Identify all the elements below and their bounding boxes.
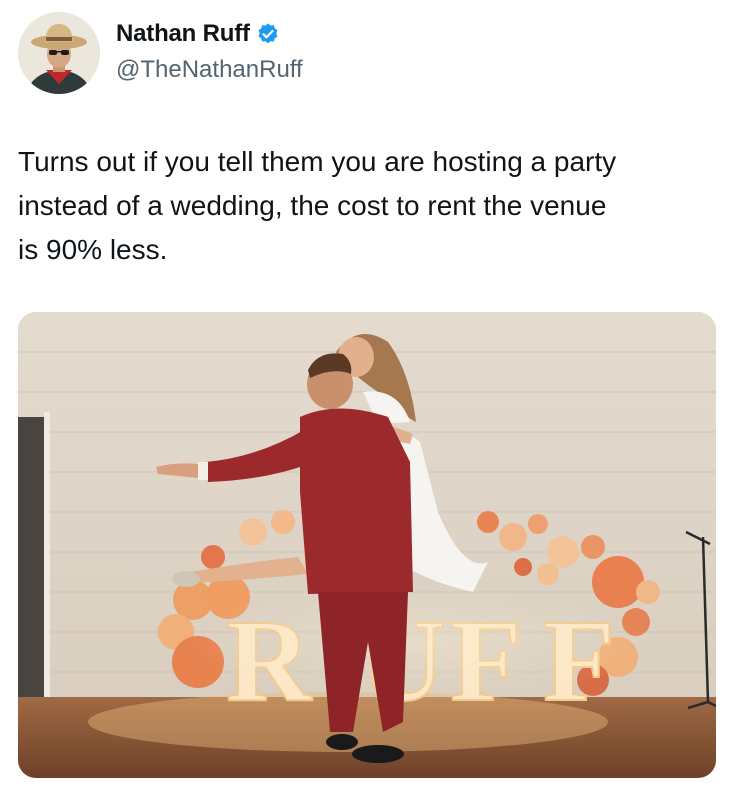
wedding-dance-photo: R U F F xyxy=(18,312,716,778)
tweet-text-line: instead of a wedding, the cost to rent t… xyxy=(18,190,607,221)
tweet-text-line: is 90% less. xyxy=(18,234,168,265)
author-handle[interactable]: @TheNathanRuff xyxy=(116,56,303,84)
tweet-text-line: Turns out if you tell them you are hosti… xyxy=(18,146,617,177)
avatar[interactable] xyxy=(18,12,100,94)
author-name-row: Nathan Ruff xyxy=(116,20,280,48)
tweet-text: Turns out if you tell them you are hosti… xyxy=(18,140,718,272)
tweet-media-photo[interactable]: R U F F xyxy=(18,312,716,778)
cowboy-avatar-icon xyxy=(18,12,100,94)
tweet-header: Nathan Ruff @TheNathanRuff xyxy=(18,10,718,96)
verified-badge-icon xyxy=(256,22,280,46)
author-display-name[interactable]: Nathan Ruff xyxy=(116,20,250,48)
